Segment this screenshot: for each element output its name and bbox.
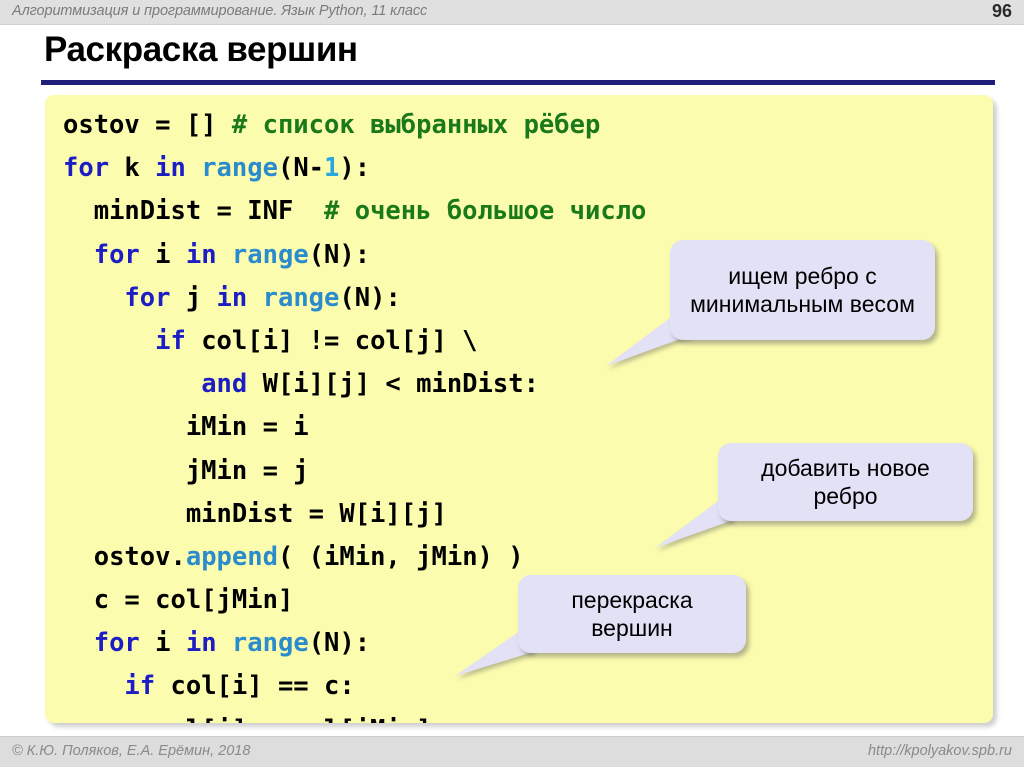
code-token: if [124,671,155,701]
code-line: ostov.append( (iMin, jMin) ) [63,536,993,579]
code-token: for [94,628,140,658]
code-token: minDist = INF [94,196,324,226]
code-token: col[i] = col[iMin] [155,715,431,723]
code-token: if [155,326,186,356]
code-token: range [232,628,309,658]
code-token: # список выбранных рёбер [232,110,600,140]
code-token: ( (iMin, jMin) ) [278,542,524,572]
code-token: iMin = i [186,412,309,442]
code-token: ostov. [94,542,186,572]
callout-search-min-edge: ищем ребро с минимальным весом [670,240,935,340]
code-token: append [186,542,278,572]
slide-header-bar: Алгоритмизация и программирование. Язык … [0,0,1024,25]
code-token: c = col[jMin] [94,585,294,615]
code-token: i [140,628,186,658]
code-token [247,283,262,313]
code-token: i [140,240,186,270]
code-token: col[i] == c: [155,671,355,701]
code-token: ostov = [] [63,110,232,140]
copyright-notice: © К.Ю. Поляков, Е.А. Ерёмин, 2018 [12,743,250,759]
slide-footer-bar: © К.Ю. Поляков, Е.А. Ерёмин, 2018 http:/… [0,736,1024,767]
code-token: k [109,153,155,183]
code-token: in [155,153,186,183]
page-number: 96 [992,1,1012,22]
code-token: (N): [339,283,400,313]
code-token: range [201,153,278,183]
callout-text: перекраска вершин [530,586,734,642]
code-token [186,153,201,183]
callout-text: добавить новое ребро [730,454,961,510]
code-token: for [94,240,140,270]
code-token: (N): [309,628,370,658]
code-line: for k in range(N-1): [63,147,993,190]
title-divider [41,80,995,85]
code-token [217,628,232,658]
course-title: Алгоритмизация и программирование. Язык … [12,3,427,19]
code-token: in [217,283,248,313]
callout-text: ищем ребро с минимальным весом [682,262,923,318]
code-token: ): [339,153,370,183]
code-token [186,369,201,399]
code-token: in [186,628,217,658]
code-line: and W[i][j] < minDist: [63,363,993,406]
code-token: range [263,283,340,313]
page-title: Раскраска вершин [44,30,358,70]
code-token: jMin = j [186,456,309,486]
callout-recolor-vertices: перекраска вершин [518,575,746,653]
code-line: ostov = [] # список выбранных рёбер [63,104,993,147]
code-token: (N): [309,240,370,270]
code-token: minDist = W[i][j] [186,499,447,529]
source-url[interactable]: http://kpolyakov.spb.ru [868,743,1012,759]
code-token: range [232,240,309,270]
code-token [217,240,232,270]
code-token: and [201,369,247,399]
code-token: W[i][j] < minDist: [247,369,539,399]
code-token: j [170,283,216,313]
code-line: minDist = INF # очень большое число [63,190,993,233]
code-token: (N- [278,153,324,183]
code-token: # очень большое число [324,196,646,226]
code-token: 1 [324,153,339,183]
code-token: for [63,153,109,183]
code-line: col[i] = col[iMin] [63,709,993,723]
code-token: in [186,240,217,270]
code-token: col[i] != col[j] \ [186,326,478,356]
code-token: for [124,283,170,313]
callout-add-new-edge: добавить новое ребро [718,443,973,521]
